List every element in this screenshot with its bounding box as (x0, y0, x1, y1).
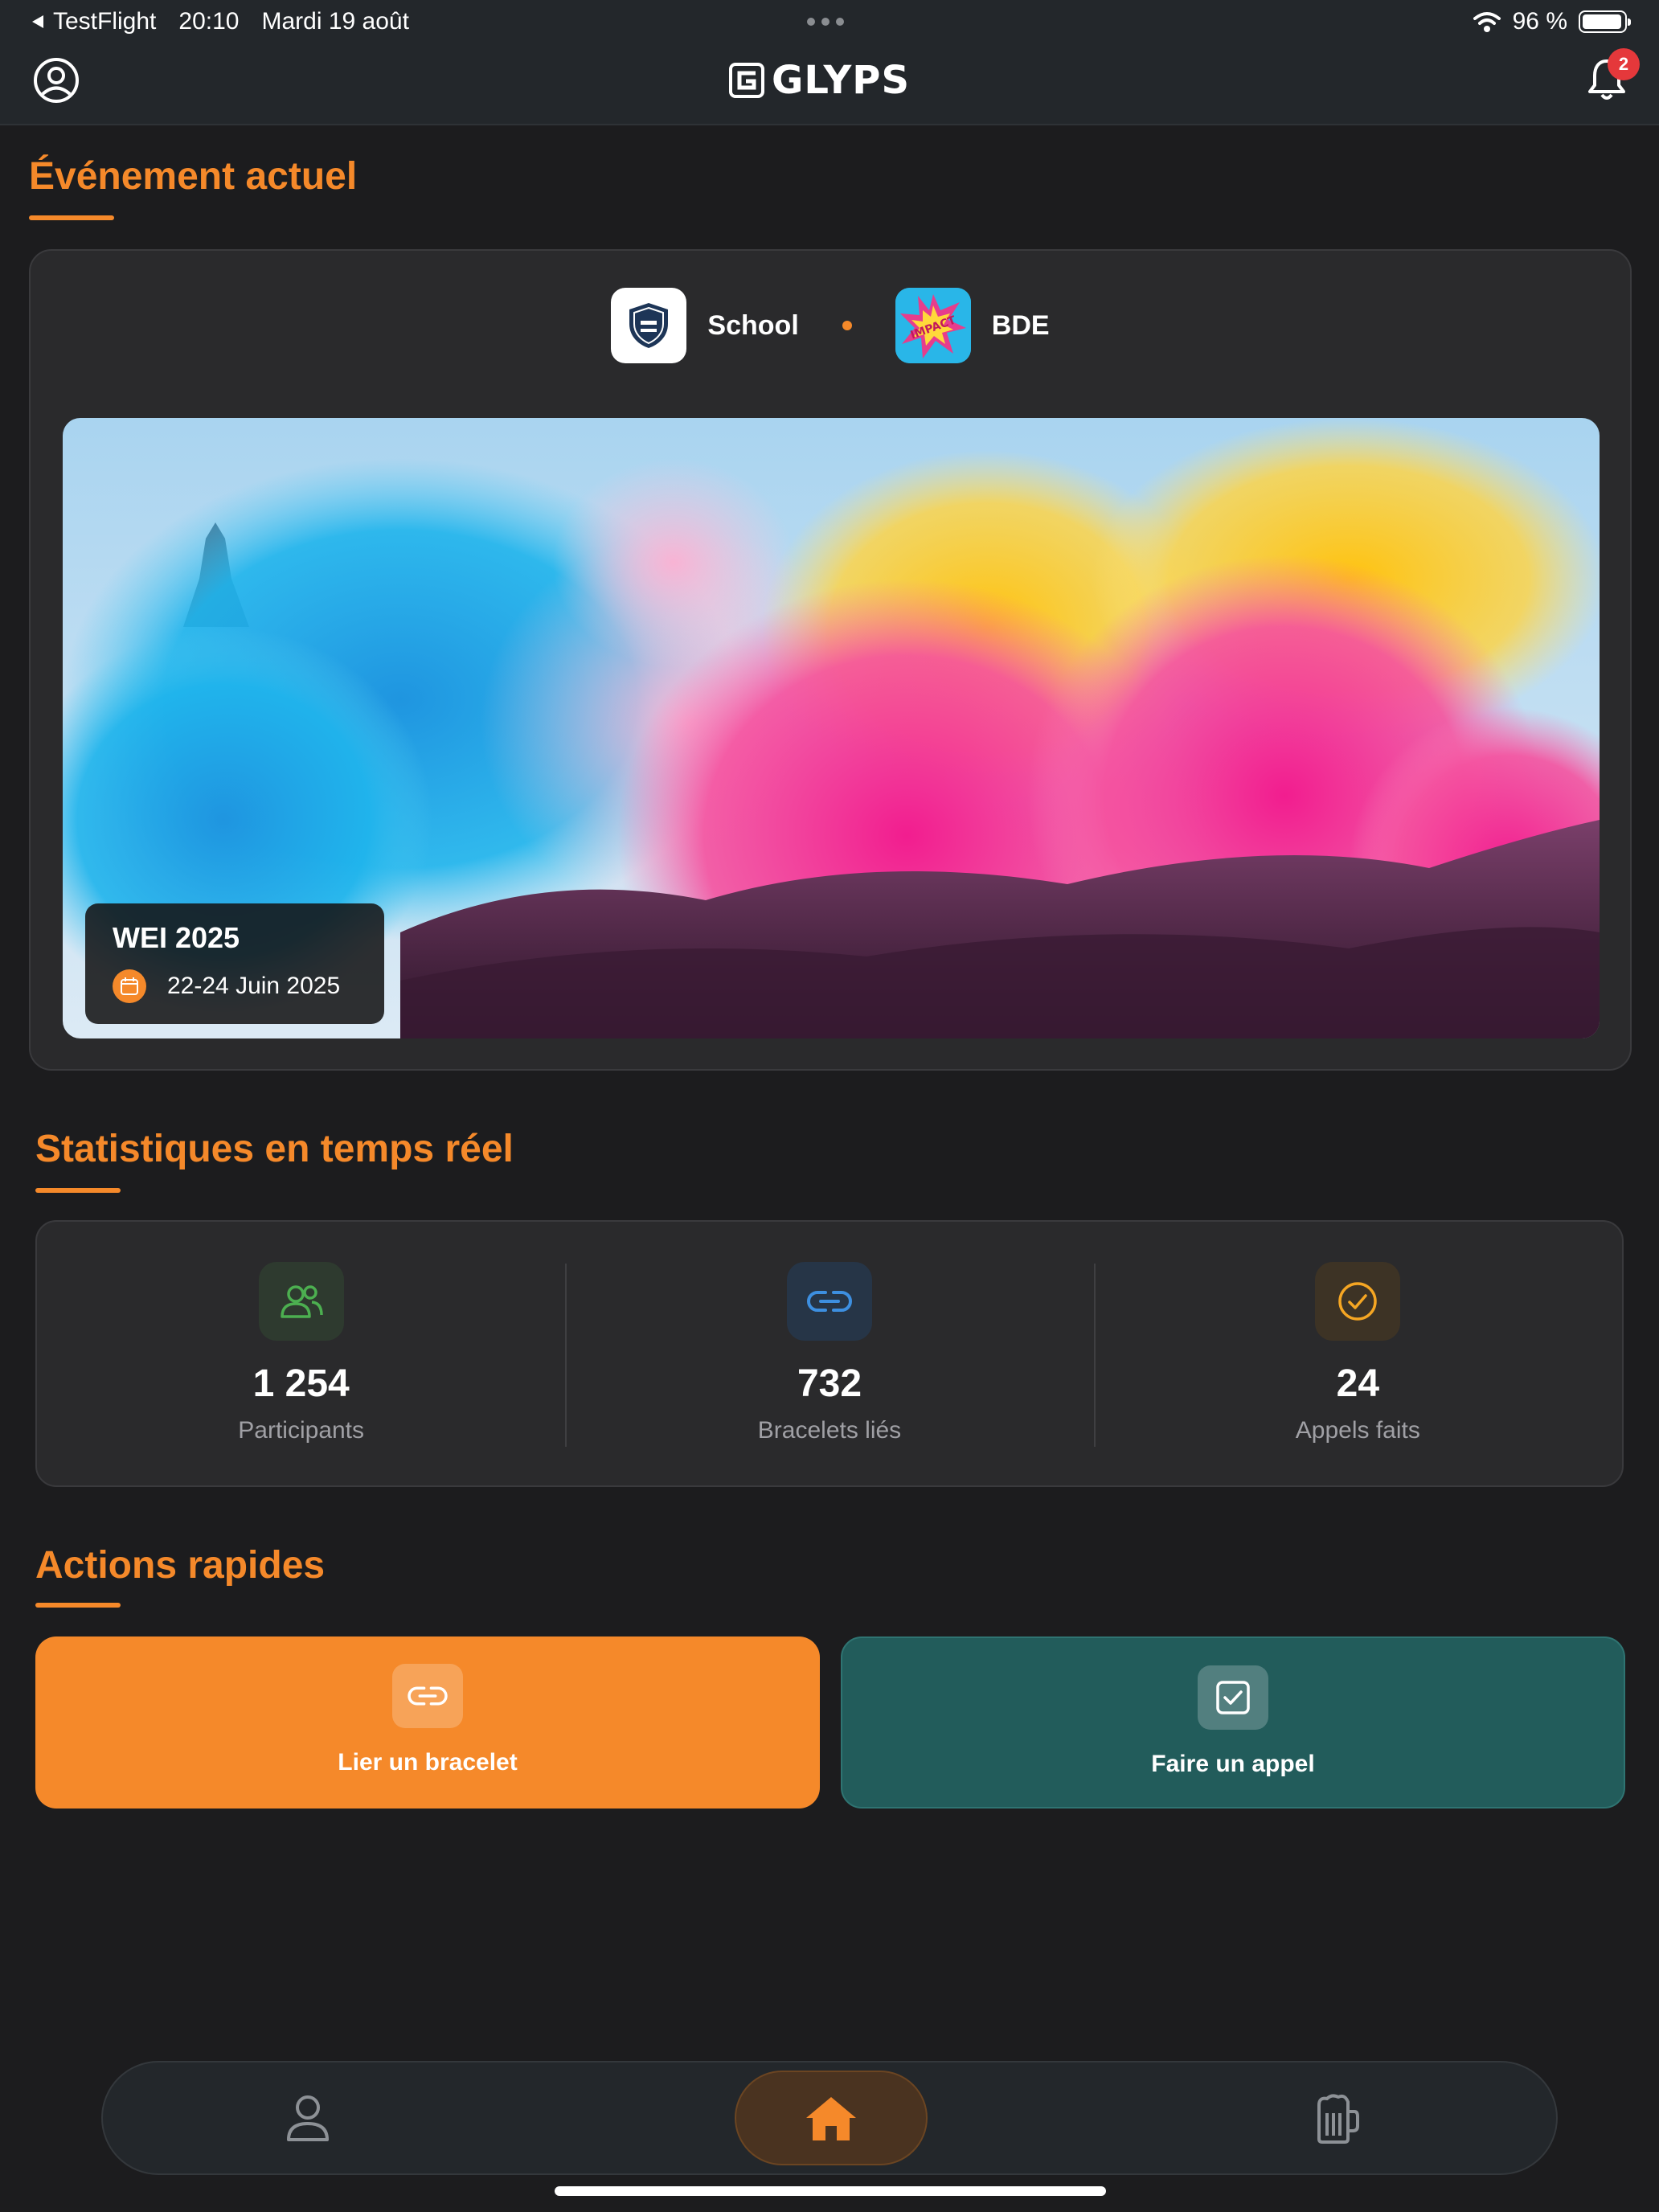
battery-percent: 96 % (1512, 8, 1567, 35)
status-time: 20:10 (178, 8, 240, 35)
battery-icon (1579, 10, 1631, 33)
bde-logo: IMPACT (895, 288, 971, 363)
current-event-card[interactable]: School IMPACT BDE WEI 2025 22-24 Juin 20… (29, 249, 1632, 1071)
stat-value: 1 254 (252, 1362, 350, 1405)
stat-label: Bracelets liés (757, 1417, 902, 1444)
organizers-row: School IMPACT BDE (31, 288, 1630, 363)
notification-badge: 2 (1608, 48, 1640, 80)
event-banner-image: WEI 2025 22-24 Juin 2025 (63, 418, 1600, 1038)
roll-call-button[interactable]: Faire un appel (841, 1636, 1625, 1809)
stats-title: Statistiques en temps réel (35, 1128, 514, 1170)
stat-calls: 24 Appels faits (1093, 1222, 1622, 1485)
separator-dot (842, 321, 852, 330)
stats-card: 1 254 Participants 732 Bracelets liés 24… (35, 1220, 1624, 1487)
stat-value: 24 (1336, 1362, 1380, 1405)
event-dates: 22-24 Juin 2025 (167, 973, 341, 999)
logo-text: GLYPS (772, 58, 911, 103)
organizer-name-bde: BDE (991, 309, 1050, 341)
roll-call-label: Faire un appel (1151, 1751, 1315, 1777)
quick-actions-title: Actions rapides (35, 1544, 326, 1587)
stat-label: Participants (238, 1417, 365, 1444)
top-bar: TestFlight 20:10 Mardi 19 août 96 % GLYP… (0, 0, 1659, 125)
multitasking-dots-icon[interactable] (807, 18, 844, 26)
event-info-overlay: WEI 2025 22-24 Juin 2025 (85, 903, 384, 1024)
beer-mug-icon (1317, 2094, 1359, 2144)
title-underline (29, 215, 114, 220)
event-name: WEI 2025 (113, 921, 240, 954)
checkbox-icon (1198, 1665, 1268, 1730)
status-date: Mardi 19 août (261, 8, 409, 35)
calendar-icon (113, 969, 146, 1003)
status-bar: TestFlight 20:10 Mardi 19 août 96 % (0, 0, 1659, 45)
home-icon (806, 2097, 856, 2140)
home-indicator[interactable] (555, 2186, 1106, 2196)
stat-participants: 1 254 Participants (37, 1222, 565, 1485)
link-bracelet-button[interactable]: Lier un bracelet (35, 1636, 820, 1809)
stat-bracelets: 732 Bracelets liés (565, 1222, 1093, 1485)
school-logo (611, 288, 687, 363)
profile-icon (287, 2095, 329, 2141)
organizer-name-school: School (707, 309, 799, 341)
title-underline (35, 1603, 121, 1608)
wifi-icon (1473, 12, 1501, 32)
tab-bar-drinks[interactable] (1284, 2071, 1389, 2165)
back-triangle-icon (32, 15, 43, 28)
tab-profile[interactable] (256, 2071, 360, 2165)
back-app-label: TestFlight (53, 8, 157, 35)
users-icon (258, 1262, 344, 1341)
impact-comic-icon: IMPACT (895, 288, 971, 363)
app-logo: GLYPS (728, 58, 910, 103)
link-icon (392, 1664, 463, 1728)
glyps-logo-mark-icon (729, 63, 764, 98)
bottom-tab-bar (101, 2061, 1558, 2175)
link-icon (786, 1262, 872, 1341)
title-underline (35, 1188, 121, 1193)
link-bracelet-label: Lier un bracelet (338, 1749, 518, 1776)
stat-label: Appels faits (1295, 1417, 1420, 1444)
tab-home[interactable] (735, 2071, 928, 2165)
back-to-app-button[interactable]: TestFlight (31, 8, 156, 35)
university-shield-icon (629, 303, 669, 348)
account-circle-icon[interactable] (32, 56, 80, 104)
stat-value: 732 (797, 1362, 862, 1405)
current-event-title: Événement actuel (29, 155, 358, 198)
event-dates-row: 22-24 Juin 2025 (113, 969, 357, 1003)
check-circle-icon (1315, 1262, 1401, 1341)
